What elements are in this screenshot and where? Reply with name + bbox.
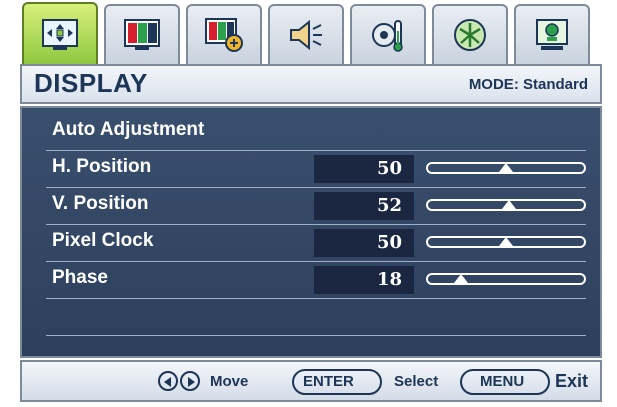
system-settings-icon xyxy=(372,20,403,52)
display-settings-icon xyxy=(42,19,78,50)
tab-save[interactable] xyxy=(514,4,590,64)
menu-item-pixel-clock[interactable]: Pixel Clock 50 xyxy=(46,225,586,262)
page-title: DISPLAY xyxy=(34,68,148,98)
menu-item-h-position[interactable]: H. Position 50 xyxy=(46,151,586,188)
mode-indicator: MODE: Standard xyxy=(468,76,588,93)
value-box: 50 xyxy=(314,229,414,257)
slider-thumb[interactable] xyxy=(501,200,516,209)
picture-advanced-icon xyxy=(205,18,243,52)
slider-thumb[interactable] xyxy=(454,274,469,283)
tab-display[interactable] xyxy=(22,2,98,66)
menu-item-label: Auto Adjustment xyxy=(52,119,205,140)
pixel-clock-slider[interactable] xyxy=(426,236,586,248)
osd-window: DISPLAY MODE: Standard Auto Adjustment H… xyxy=(6,2,610,404)
menu-item-phase[interactable]: Phase 18 xyxy=(46,262,586,299)
value-box: 18 xyxy=(314,266,414,294)
menu-item-auto-adjustment[interactable]: Auto Adjustment xyxy=(46,114,586,151)
value-box: 50 xyxy=(314,155,414,183)
save-settings-icon xyxy=(536,19,568,50)
move-label: Move xyxy=(210,373,249,390)
enter-label: ENTER xyxy=(303,373,354,390)
tab-eco[interactable] xyxy=(432,4,508,64)
right-arrow-icon xyxy=(180,371,200,391)
phase-slider[interactable] xyxy=(426,273,586,285)
display-menu-panel: Auto Adjustment H. Position 50 V. Positi… xyxy=(20,106,602,358)
v-position-slider[interactable] xyxy=(426,199,586,211)
eco-leaf-icon xyxy=(454,19,486,51)
menu-item-empty xyxy=(46,299,586,336)
select-label: Select xyxy=(394,373,439,390)
tab-picture-advanced[interactable] xyxy=(186,4,262,64)
footer-bar: Move ENTER Select MENU Exit xyxy=(20,360,602,402)
menu-label: MENU xyxy=(480,373,525,390)
menu-item-label: Pixel Clock xyxy=(52,230,154,251)
value-text: 18 xyxy=(376,269,402,290)
value-text: 50 xyxy=(376,158,402,179)
value-text: 52 xyxy=(376,195,402,216)
exit-label: Exit xyxy=(554,371,588,391)
tab-audio[interactable] xyxy=(268,4,344,64)
audio-speaker-icon xyxy=(290,19,322,51)
tab-system[interactable] xyxy=(350,4,426,64)
menu-item-v-position[interactable]: V. Position 52 xyxy=(46,188,586,225)
slider-thumb[interactable] xyxy=(499,237,513,246)
value-box: 52 xyxy=(314,192,414,220)
page-header: DISPLAY MODE: Standard xyxy=(20,64,602,104)
menu-item-label: Phase xyxy=(52,267,108,288)
tab-picture[interactable] xyxy=(104,4,180,64)
slider-thumb[interactable] xyxy=(499,163,513,172)
tab-strip xyxy=(20,2,602,66)
picture-icon xyxy=(124,19,160,50)
menu-item-label: H. Position xyxy=(52,156,152,177)
h-position-slider[interactable] xyxy=(426,162,586,174)
value-text: 50 xyxy=(376,232,402,253)
left-arrow-icon xyxy=(158,371,178,391)
menu-item-label: V. Position xyxy=(52,193,149,214)
